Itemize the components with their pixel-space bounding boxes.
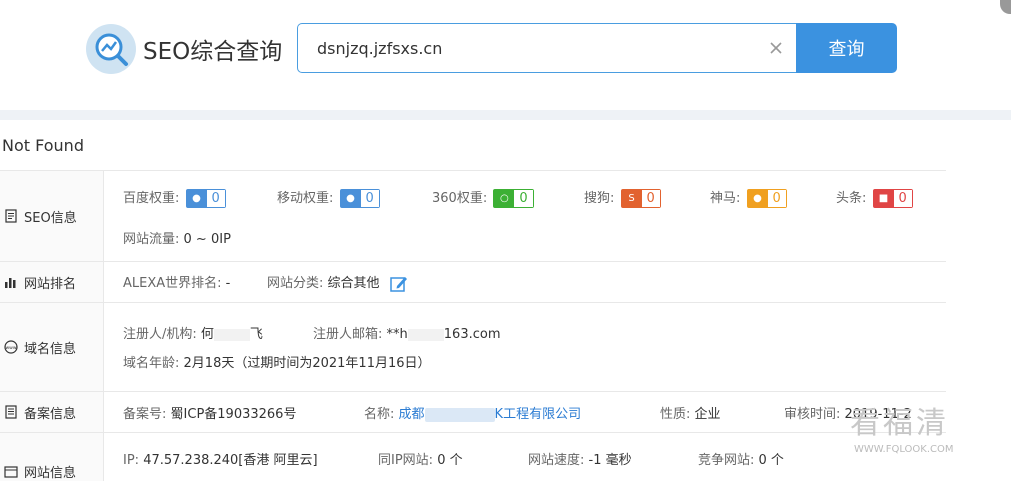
baidu-weight: 百度权重: ● 0 <box>123 187 226 208</box>
site-category: 网站分类: 综合其他 <box>267 272 408 293</box>
360-weight-badge[interactable]: ○ 0 <box>493 189 534 208</box>
site-speed: 网站速度: -1 毫秒 <box>528 453 632 468</box>
sogou-weight: 搜狗: S0 <box>584 187 661 208</box>
360-weight: 360权重: ○ 0 <box>432 187 534 208</box>
svg-text:www: www <box>5 346 16 351</box>
same-ip-sites: 同IP网站: 0 个 <box>378 453 463 468</box>
icp-nature: 性质: 企业 <box>660 407 721 422</box>
row-label-domain: www 域名信息 <box>0 303 104 391</box>
domain-info-row: www 域名信息 注册人/机构: 何飞 注册人邮箱: **h 163.com 域名… <box>0 302 946 391</box>
row-label-text: 备案信息 <box>24 406 77 422</box>
toutiao-weight-badge[interactable]: ■ 0 <box>872 189 913 208</box>
toutiao-weight: 头条: ■ 0 <box>836 187 913 208</box>
site-info-row: 网站信息 IP: 47.57.238.240[香港 阿里云] 同IP网站: 0 … <box>0 432 946 481</box>
header: SEO综合查询 查询 <box>0 0 1011 110</box>
row-label-rank: 网站排名 <box>0 262 104 302</box>
360-icon: ○ <box>494 190 515 207</box>
domain-age: 域名年龄: 2月18天（过期时间为2021年11月16日） <box>123 356 431 371</box>
shenma-icon: ● <box>747 190 768 207</box>
logo-text: SEO综合查询 <box>143 39 283 65</box>
row-label-text: 网站信息 <box>24 466 77 481</box>
search-button[interactable]: 查询 <box>796 23 897 73</box>
row-label-text: 网站排名 <box>24 276 77 292</box>
row-label-site: 网站信息 <box>0 433 104 481</box>
row-label-text: SEO信息 <box>24 210 77 226</box>
registrant: 注册人/机构: 何飞 <box>123 327 263 342</box>
row-label-seo: SEO信息 <box>0 171 104 261</box>
seo-magnifier-chart-icon <box>86 24 136 74</box>
baidu-weight-badge[interactable]: ● 0 <box>185 189 226 208</box>
close-icon[interactable] <box>768 40 784 56</box>
globe-www-icon: www <box>4 340 18 354</box>
row-label-text: 域名信息 <box>24 341 77 357</box>
search-box[interactable] <box>297 23 797 73</box>
icp-info-row: 备案信息 备案号: 蜀ICP备19033266号 名称: 成都 K工程有限公司 性… <box>0 391 946 432</box>
status-text: Not Found <box>2 136 84 155</box>
shenma-weight-badge[interactable]: ● 0 <box>746 189 787 208</box>
icp-number: 备案号: 蜀ICP备19033266号 <box>123 407 297 422</box>
baidu-paw-icon: ● <box>186 190 207 207</box>
mobile-weight-badge[interactable]: ● 0 <box>339 189 380 208</box>
header-divider <box>0 110 1011 120</box>
sogou-weight-badge[interactable]: S0 <box>620 189 661 208</box>
competing-sites: 竞争网站: 0 个 <box>698 453 784 468</box>
watermark: 看福清 WWW.FQLOOK.COM <box>850 406 954 455</box>
record-book-icon <box>5 405 17 419</box>
edit-icon[interactable] <box>389 275 408 293</box>
site-rank-row: 网站排名 ALEXA世界排名: - 网站分类: 综合其他 <box>0 261 946 302</box>
registrant-email-value: **h 163.com <box>386 327 501 342</box>
site-traffic-value: 0 ~ 0IP <box>183 232 231 247</box>
icp-name: 名称: 成都 K工程有限公司 <box>364 407 582 422</box>
shenma-weight: 神马: ● 0 <box>710 187 787 208</box>
mobile-weight: 移动权重: ● 0 <box>277 187 380 208</box>
toutiao-icon: ■ <box>873 190 894 207</box>
sogou-icon: S <box>621 190 642 207</box>
registrant-value: 何飞 <box>200 327 263 342</box>
alexa-rank: ALEXA世界排名: - <box>123 276 231 291</box>
seo-info-row: SEO信息 百度权重: ● 0 移动权重: ● 0 360权重: ○ 0 搜狗: S0… <box>0 170 946 261</box>
server-icon <box>4 466 18 478</box>
bar-chart-icon <box>5 278 16 288</box>
search-input[interactable] <box>317 36 757 60</box>
row-label-icp: 备案信息 <box>0 392 104 432</box>
site-ip: IP: 47.57.238.240[香港 阿里云] <box>123 453 318 468</box>
document-icon <box>5 209 17 223</box>
baidu-mobile-paw-icon: ● <box>340 190 361 207</box>
icp-name-link[interactable]: 成都 K工程有限公司 <box>399 407 582 422</box>
registrant-email: 注册人邮箱: **h 163.com <box>313 327 501 342</box>
site-traffic: 网站流量: 0 ~ 0IP <box>123 232 231 247</box>
